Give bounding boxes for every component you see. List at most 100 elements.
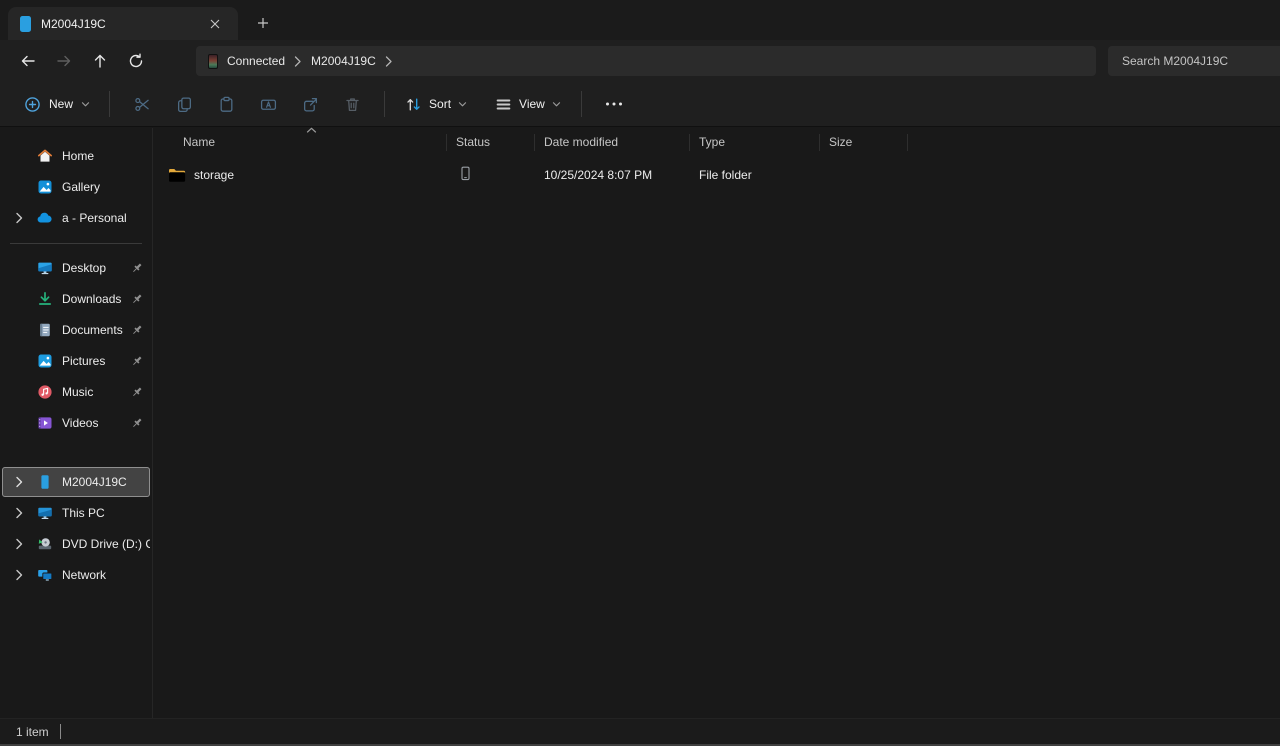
back-button[interactable] [10,46,46,76]
new-tab-button[interactable] [250,10,276,36]
column-name[interactable]: Name [153,134,447,151]
sort-icon [407,97,420,111]
sort-label: Sort [429,97,452,111]
toolbar-separator [384,91,386,117]
sidebar-item-gallery[interactable]: Gallery [2,172,150,202]
close-tab-icon[interactable] [204,13,226,35]
column-size[interactable]: Size [820,134,908,151]
pictures-icon [36,353,53,370]
paste-button[interactable] [205,87,247,121]
file-name: storage [194,168,235,182]
phone-status-icon [461,166,470,181]
breadcrumb-connected[interactable]: Connected [227,54,285,68]
documents-icon [36,322,53,339]
pin-icon [131,262,143,277]
column-header-row: Name Status Date modified Type Size [153,127,1280,157]
see-more-button[interactable] [593,87,635,121]
sidebar-item-m2004j19c[interactable]: M2004J19C [2,467,150,497]
view-icon [496,98,511,110]
forward-button[interactable] [46,46,82,76]
file-explorer-window: M2004J19C Connected M2004J19C Search M20… [0,0,1280,746]
item-count: 1 item [16,724,49,739]
share-icon [303,97,317,112]
expand-chevron-icon [16,569,23,581]
expand-chevron-icon [16,507,23,519]
command-toolbar: New Sort View [0,82,1280,127]
gallery-icon [36,179,53,196]
this-pc-icon [36,505,53,522]
pin-icon [131,417,143,432]
desktop-icon [36,260,53,277]
sidebar-item-this-pc[interactable]: This PC [2,498,150,528]
chevron-down-icon [458,101,467,106]
refresh-button[interactable] [118,46,154,76]
new-button[interactable]: New [16,90,98,119]
breadcrumb-device[interactable]: M2004J19C [311,54,376,68]
chevron-right-icon[interactable] [294,55,302,67]
sidebar-item-music[interactable]: Music [2,377,150,407]
column-date-modified[interactable]: Date modified [535,134,690,151]
rename-icon [260,99,276,110]
rename-button[interactable] [247,87,289,121]
expand-chevron-icon [16,538,23,550]
sidebar-item-downloads[interactable]: Downloads [2,284,150,314]
sidebar-item-dvd-drive[interactable]: DVD Drive (D:) CCC [2,529,150,559]
chevron-down-icon [81,101,90,106]
pin-icon [131,355,143,370]
expand-chevron-icon [16,476,23,488]
sort-ascending-icon [306,127,317,133]
cut-button[interactable] [121,87,163,121]
onedrive-cloud-icon [36,210,53,227]
phone-icon [20,15,31,32]
pinned-group: Desktop Downloads Documents Pictures Mus… [0,253,152,438]
chevron-right-icon[interactable] [385,55,393,67]
sidebar-item-pictures[interactable]: Pictures [2,346,150,376]
column-type[interactable]: Type [690,134,820,151]
sidebar-item-home[interactable]: Home [2,141,150,171]
search-box[interactable] [1108,46,1280,76]
sidebar-item-documents[interactable]: Documents [2,315,150,345]
trash-icon [345,97,359,111]
expand-chevron-icon [16,212,23,224]
file-type: File folder [699,168,752,182]
sidebar-item-network[interactable]: Network [2,560,150,590]
sidebar-item-videos[interactable]: Videos [2,408,150,438]
view-button[interactable]: View [486,90,570,119]
tree-group: M2004J19C This PC DVD Drive (D:) CCC [0,467,152,590]
tab-m2004j19c[interactable]: M2004J19C [8,7,238,40]
sidebar-separator [10,243,142,244]
new-label: New [49,97,74,111]
sort-button[interactable]: Sort [396,90,476,119]
status-bar: 1 item [0,718,1280,744]
sidebar-item-desktop[interactable]: Desktop [2,253,150,283]
status-divider [59,724,61,739]
file-row-storage[interactable]: storage 10/25/2024 8:07 PM File folder [153,161,1280,189]
network-icon [36,567,53,584]
new-plus-icon [25,96,40,112]
ellipsis-icon [605,102,622,106]
dvd-drive-icon [36,536,53,553]
paste-icon [220,96,232,112]
music-icon [36,384,53,401]
tab-title: M2004J19C [41,16,106,31]
search-input[interactable] [1120,53,1268,69]
address-bar[interactable]: Connected M2004J19C [196,46,1096,76]
pin-icon [131,293,143,308]
pin-icon [131,386,143,401]
scissors-icon [134,97,149,111]
share-button[interactable] [289,87,331,121]
phone-device-icon [36,474,53,491]
copy-button[interactable] [163,87,205,121]
home-icon [36,148,53,165]
chevron-down-icon [552,101,560,106]
folder-icon [169,168,186,182]
delete-button[interactable] [331,87,373,121]
title-bar: M2004J19C [0,0,1280,40]
pin-icon [131,324,143,339]
view-label: View [519,97,545,111]
column-status[interactable]: Status [447,134,535,151]
file-list-pane: Name Status Date modified Type Size stor… [153,127,1280,718]
up-button[interactable] [82,46,118,76]
device-thumbnail-icon [208,53,218,69]
sidebar-item-onedrive-personal[interactable]: a - Personal [2,203,150,233]
